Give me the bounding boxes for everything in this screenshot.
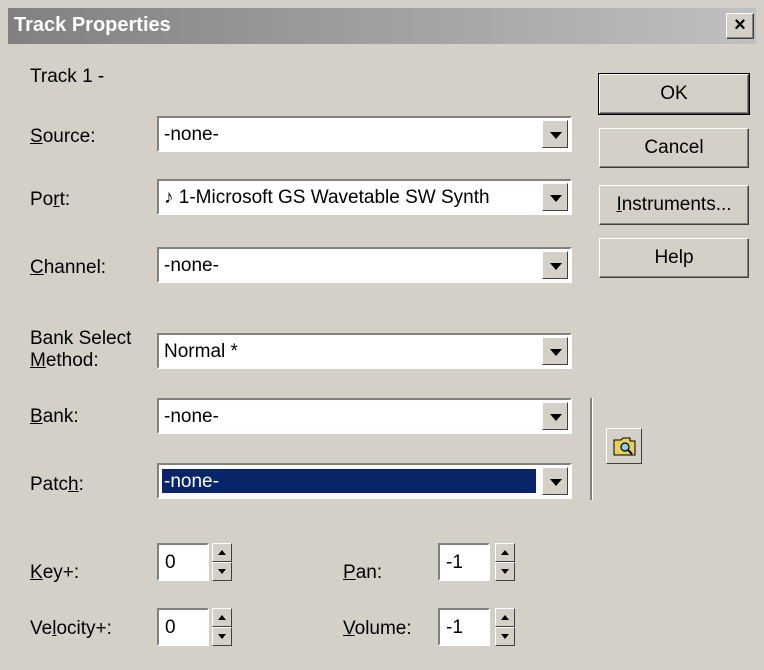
bank-select-method-label: Bank Select Method:: [30, 328, 132, 371]
bank-dropdown[interactable]: -none-: [157, 398, 572, 434]
key-spinner[interactable]: [212, 543, 232, 581]
spin-down-icon[interactable]: [495, 562, 515, 581]
bank-label: Bank:: [30, 406, 79, 427]
divider: [590, 398, 593, 500]
spin-down-icon[interactable]: [212, 562, 232, 581]
chevron-down-icon[interactable]: [542, 183, 568, 211]
spin-up-icon[interactable]: [212, 608, 232, 627]
velocity-label: Velocity+:: [30, 618, 112, 639]
volume-input[interactable]: -1: [438, 608, 490, 646]
folder-search-icon: [613, 437, 636, 456]
bank-select-method-dropdown[interactable]: Normal *: [157, 333, 572, 369]
instruments-button[interactable]: Instruments...: [599, 185, 749, 225]
chevron-down-icon[interactable]: [542, 120, 568, 148]
port-dropdown[interactable]: ♪ 1-Microsoft GS Wavetable SW Synth: [157, 179, 572, 215]
window-title: Track Properties: [14, 14, 171, 36]
chevron-down-icon[interactable]: [542, 251, 568, 279]
spin-down-icon[interactable]: [212, 627, 232, 646]
title-bar: Track Properties ×: [8, 8, 756, 44]
close-button[interactable]: ×: [726, 13, 754, 39]
chevron-down-icon[interactable]: [542, 337, 568, 365]
bank-select-method-value: Normal *: [164, 341, 238, 362]
chevron-down-icon[interactable]: [542, 402, 568, 430]
channel-label: Channel:: [30, 257, 107, 278]
pan-input[interactable]: -1: [438, 543, 490, 581]
patch-label: Patch:: [30, 474, 84, 495]
track-properties-dialog: Track Properties × Track 1 - Source: -no…: [0, 0, 764, 670]
pan-label: Pan:: [343, 562, 383, 583]
spin-down-icon[interactable]: [495, 627, 515, 646]
patch-value: -none-: [162, 469, 536, 493]
channel-dropdown[interactable]: -none-: [157, 247, 572, 283]
pan-spinner[interactable]: [495, 543, 515, 581]
source-value: -none-: [164, 124, 219, 145]
source-label: Source:: [30, 126, 96, 147]
browse-patch-button[interactable]: [606, 428, 642, 464]
channel-value: -none-: [164, 255, 219, 276]
help-button[interactable]: Help: [599, 238, 749, 278]
velocity-input[interactable]: 0: [157, 608, 209, 646]
ok-button[interactable]: OK: [598, 73, 750, 115]
key-label: Key+:: [30, 562, 80, 583]
source-dropdown[interactable]: -none-: [157, 116, 572, 152]
port-value: ♪ 1-Microsoft GS Wavetable SW Synth: [164, 187, 490, 208]
port-label: Port:: [30, 189, 71, 210]
bank-value: -none-: [164, 406, 219, 427]
spin-up-icon[interactable]: [495, 608, 515, 627]
chevron-down-icon[interactable]: [542, 467, 568, 495]
spin-up-icon[interactable]: [495, 543, 515, 562]
track-label: Track 1 -: [30, 66, 105, 87]
volume-label: Volume:: [343, 618, 412, 639]
volume-spinner[interactable]: [495, 608, 515, 646]
key-input[interactable]: 0: [157, 543, 209, 581]
velocity-spinner[interactable]: [212, 608, 232, 646]
spin-up-icon[interactable]: [212, 543, 232, 562]
patch-dropdown[interactable]: -none-: [157, 463, 572, 499]
cancel-button[interactable]: Cancel: [599, 128, 749, 168]
